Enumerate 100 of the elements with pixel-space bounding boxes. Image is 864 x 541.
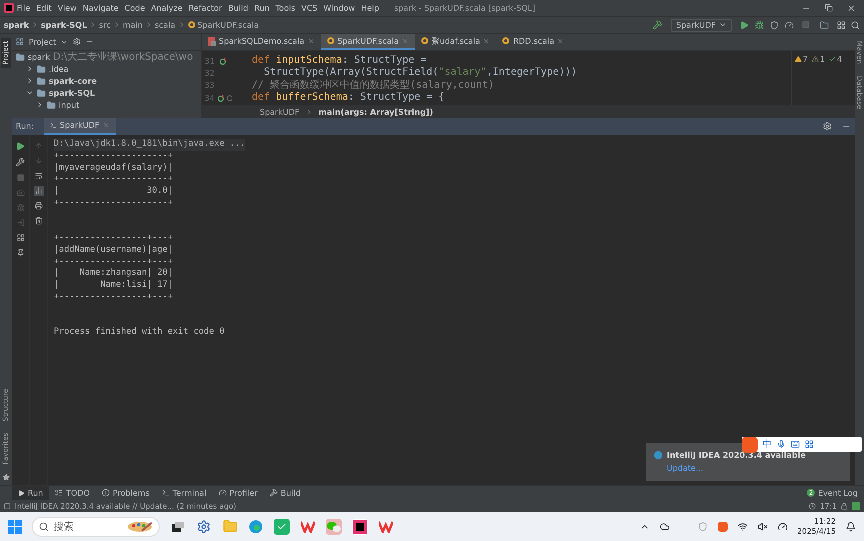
breadcrumb-item[interactable]: spark xyxy=(4,20,30,30)
close-icon[interactable] xyxy=(483,38,490,44)
taskbar-search-field[interactable]: 搜索 xyxy=(32,516,160,536)
ide-icon[interactable] xyxy=(352,518,368,534)
fold-icon[interactable] xyxy=(226,94,232,102)
menu-item[interactable]: Code xyxy=(122,4,148,12)
close-icon[interactable] xyxy=(847,4,856,12)
settings-icon[interactable] xyxy=(823,122,832,131)
warning-count[interactable]: 7 xyxy=(795,55,808,64)
tool-window-tab[interactable]: TODO xyxy=(49,486,96,500)
layout-icon[interactable] xyxy=(837,20,846,30)
scala-file-icon xyxy=(188,21,196,29)
tool-window-tab[interactable]: Run xyxy=(12,486,50,500)
breadcrumb-item[interactable]: SparkUDF.scala xyxy=(198,20,260,30)
editor-tab[interactable]: RDD.scala xyxy=(496,34,570,50)
lock-icon[interactable] xyxy=(841,502,848,510)
tool-window-tab[interactable]: Build xyxy=(264,486,307,500)
pin-icon[interactable] xyxy=(16,248,26,258)
ime-tray-icon[interactable] xyxy=(718,522,728,532)
override-icon[interactable] xyxy=(220,58,227,65)
tree-item[interactable]: .idea xyxy=(49,64,69,74)
menu-item[interactable]: VCS xyxy=(298,4,321,12)
coverage-icon[interactable] xyxy=(770,20,779,30)
breadcrumb-item[interactable]: src xyxy=(99,20,111,30)
ime-mode[interactable]: 中 xyxy=(763,438,772,451)
tool-window-tab[interactable]: Problems xyxy=(96,486,156,500)
tool-window-tab[interactable]: Terminal xyxy=(156,486,213,500)
menu-item[interactable]: File xyxy=(14,4,34,12)
typo-count[interactable]: 4 xyxy=(829,55,842,64)
app-logo-icon xyxy=(4,3,14,13)
run-icon[interactable] xyxy=(740,20,749,30)
console-line: +-----------------+---+ xyxy=(54,292,173,304)
debug-icon[interactable] xyxy=(755,20,764,30)
tree-item[interactable]: spark-SQL xyxy=(49,88,96,98)
close-icon[interactable] xyxy=(308,38,315,44)
menu-item[interactable]: Window xyxy=(320,4,358,12)
layout-icon[interactable] xyxy=(16,233,26,243)
menu-item[interactable]: Analyze xyxy=(148,4,186,12)
clock-icon xyxy=(809,502,816,510)
browser-icon[interactable] xyxy=(248,518,264,534)
chevron-right-icon[interactable] xyxy=(36,101,44,109)
rerun-icon[interactable] xyxy=(15,141,26,152)
breadcrumb-item[interactable]: spark-SQL xyxy=(41,20,88,30)
breadcrumb-item[interactable]: main xyxy=(122,20,143,30)
notification-icon[interactable] xyxy=(846,522,856,532)
weak-warning-count[interactable]: 1 xyxy=(812,55,826,64)
chevron-right-icon[interactable] xyxy=(26,77,34,85)
panel-title[interactable]: Project xyxy=(29,38,56,46)
line-number: 32 xyxy=(205,68,216,78)
project-structure-icon[interactable] xyxy=(820,20,829,30)
office-icon[interactable] xyxy=(378,518,394,534)
start-icon[interactable] xyxy=(8,520,22,534)
tree-item[interactable]: spark xyxy=(28,52,50,62)
tool-window-tab[interactable]: Profiler xyxy=(212,486,264,500)
restore-icon[interactable] xyxy=(825,4,833,12)
status-icon xyxy=(4,502,11,510)
dropdown-icon[interactable] xyxy=(61,38,68,46)
trash-icon[interactable] xyxy=(34,216,44,226)
office-icon[interactable] xyxy=(300,518,316,534)
breadcrumb-item[interactable]: SparkUDF xyxy=(260,108,300,116)
editor-tab[interactable]: SparkSQLDemo.scala xyxy=(202,34,321,50)
menu-item[interactable]: Tools xyxy=(272,4,298,12)
menu-item[interactable]: Run xyxy=(251,4,273,12)
grid-icon[interactable] xyxy=(805,440,814,449)
run-configuration-dropdown[interactable]: SparkUDF xyxy=(671,18,732,32)
wrench-icon[interactable] xyxy=(15,157,26,168)
wifi-icon[interactable] xyxy=(738,522,748,532)
mute-icon[interactable] xyxy=(758,522,768,532)
chevron-right-icon[interactable] xyxy=(26,65,34,73)
menu-item[interactable]: Edit xyxy=(33,4,55,12)
close-icon[interactable] xyxy=(557,38,564,44)
menu-item[interactable]: Refactor xyxy=(186,4,226,12)
scroll-end-icon[interactable] xyxy=(34,186,44,196)
menu-item[interactable]: View xyxy=(54,4,80,12)
console-tab[interactable]: SparkUDF xyxy=(44,118,116,135)
menu-item[interactable]: Navigate xyxy=(80,4,122,12)
cloud-icon[interactable] xyxy=(660,522,670,532)
editor-tab[interactable]: SparkUDF.scala xyxy=(320,34,416,50)
code-line: // 聚合函数缓冲区中值的数据类型(salary,count) xyxy=(251,80,496,92)
profile-icon[interactable] xyxy=(785,20,794,30)
search-icon[interactable] xyxy=(851,20,860,30)
keyboard-icon[interactable] xyxy=(791,440,800,449)
mic-icon[interactable] xyxy=(777,440,786,449)
tree-item[interactable]: input xyxy=(59,100,80,110)
tree-item[interactable]: spark-core xyxy=(49,76,98,86)
breadcrumb-item[interactable]: main(args: Array[String]) xyxy=(318,108,434,116)
print-icon[interactable] xyxy=(34,201,44,211)
build-icon[interactable] xyxy=(653,20,664,30)
search-icon xyxy=(39,522,49,532)
breadcrumb-item[interactable]: scala xyxy=(154,20,176,30)
star-icon[interactable] xyxy=(2,474,10,481)
menu-item[interactable]: Build xyxy=(225,4,252,12)
settings-icon[interactable] xyxy=(73,38,82,46)
chevron-down-icon[interactable] xyxy=(26,89,34,97)
run-icon xyxy=(18,490,25,496)
menu-item[interactable]: Help xyxy=(358,4,382,12)
wrap-icon[interactable] xyxy=(34,171,44,181)
editor-tab[interactable]: 聚udaf.scala xyxy=(415,34,496,50)
settings-icon[interactable] xyxy=(196,518,212,534)
override-icon[interactable] xyxy=(218,94,224,102)
